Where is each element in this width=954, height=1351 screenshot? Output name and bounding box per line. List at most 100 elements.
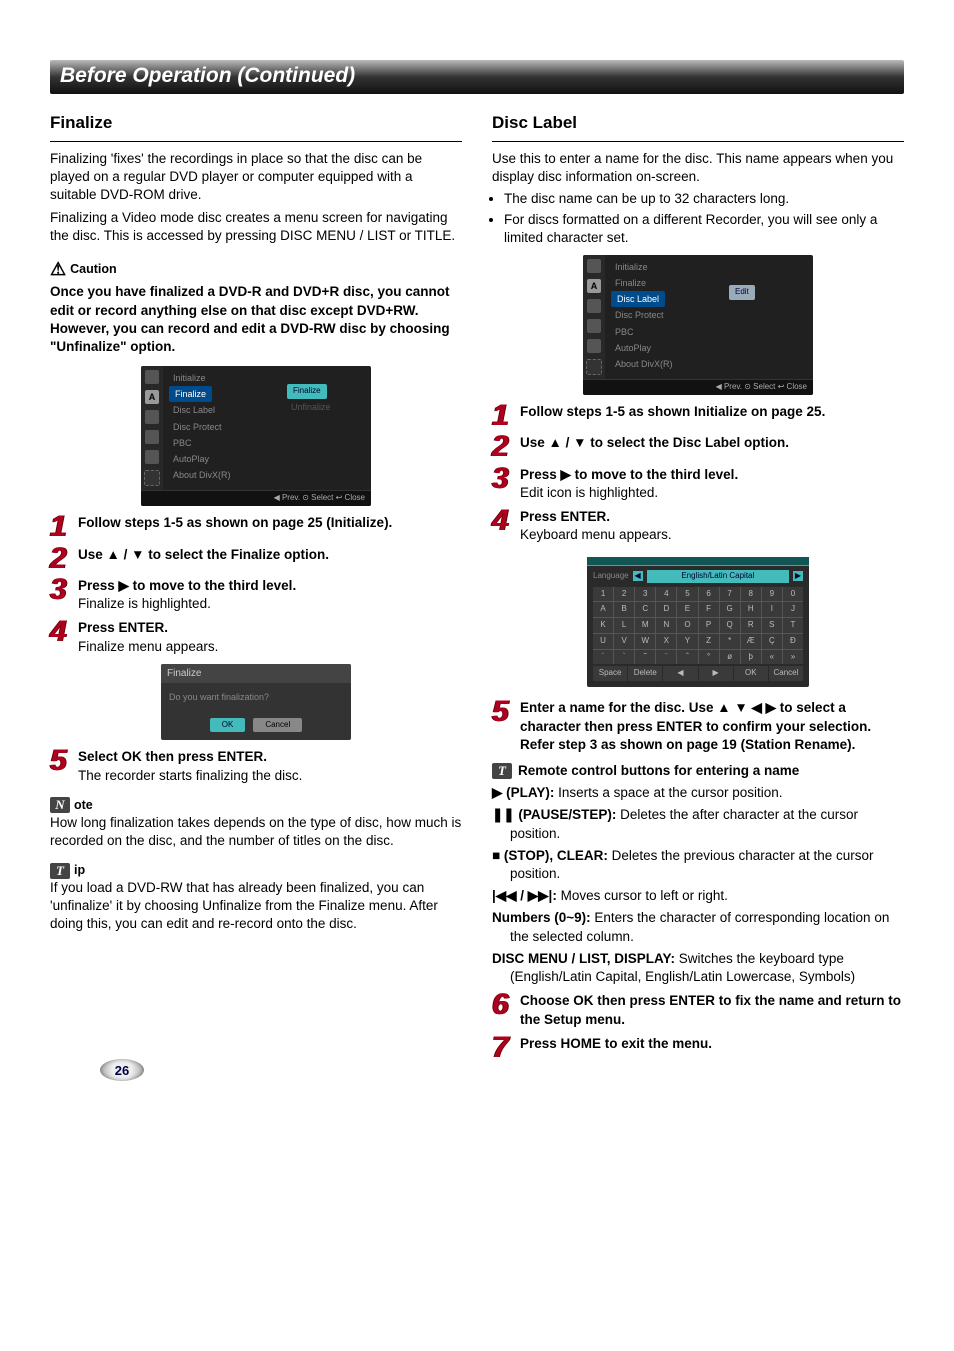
gear-icon	[586, 359, 602, 375]
step-number-icon: 4	[50, 619, 72, 645]
caution-body: Once you have finalized a DVD-R and DVD+…	[50, 283, 462, 356]
disc-label-bullets: The disc name can be up to 32 characters…	[492, 190, 904, 247]
keyboard-key: W	[635, 634, 655, 649]
keyboard-key: »	[783, 650, 803, 665]
osd-edit-button: Edit	[729, 285, 755, 300]
gear-icon	[144, 470, 160, 486]
keyboard-key: 4	[656, 587, 676, 602]
lock-icon	[145, 430, 159, 444]
osd-item: AutoPlay	[611, 340, 719, 356]
letter-a-icon: A	[587, 279, 601, 293]
keyboard-key: O	[677, 618, 697, 633]
keyboard-key: 5	[677, 587, 697, 602]
step-3: 3 Press ▶ to move to the third level.Fin…	[50, 577, 462, 613]
disc-icon	[145, 370, 159, 384]
keyboard-key: 2	[614, 587, 634, 602]
keyboard-key: ´	[593, 650, 613, 665]
keyboard-bottom-key: Cancel	[769, 666, 803, 681]
right-arrow-icon: ▶	[793, 571, 803, 581]
keyboard-key: I	[762, 602, 782, 617]
osd-unfinalize-ghost: Unfinalize	[287, 399, 367, 415]
step-title: Use ▲ / ▼ to select the Disc Label optio…	[520, 435, 789, 450]
note-label: ote	[74, 797, 93, 814]
keyboard-key: P	[699, 618, 719, 633]
osd-finalize-button: Finalize	[287, 384, 327, 399]
keyboard-key: Đ	[783, 634, 803, 649]
rule	[50, 141, 462, 142]
disc-label-title: Disc Label	[492, 112, 904, 135]
osd-item: AutoPlay	[169, 451, 277, 467]
step-2: 2 Use ▲ / ▼ to select the Finalize optio…	[50, 546, 462, 572]
remote-item: |◀◀ / ▶▶|: Moves cursor to left or right…	[492, 887, 904, 905]
step-1: 1 Follow steps 1-5 as shown Initialize o…	[492, 403, 904, 429]
keyboard-key: H	[741, 602, 761, 617]
keyboard-key: C	[635, 602, 655, 617]
step-desc: Finalize menu appears.	[78, 639, 218, 654]
page-number-badge: 26	[100, 1059, 144, 1081]
step-title: Choose OK then press ENTER to fix the na…	[520, 993, 901, 1026]
folder-icon	[587, 339, 601, 353]
tip-t-icon: T	[50, 863, 70, 879]
note-heading: N ote	[50, 797, 462, 814]
step-number-icon: 3	[50, 577, 72, 603]
osd-footer: ◀ Prev. ⊙ Select ↩ Close	[583, 379, 813, 395]
left-column: Finalize Finalizing 'fixes' the recordin…	[50, 112, 462, 1066]
dialog-cancel-button: Cancel	[253, 718, 302, 733]
osd-menu-list: Initialize Finalize Disc Label Disc Prot…	[605, 255, 725, 379]
disc-label-intro: Use this to enter a name for the disc. T…	[492, 150, 904, 186]
bullet-item: The disc name can be up to 32 characters…	[504, 190, 904, 208]
keyboard-key: 3	[635, 587, 655, 602]
keyboard-key: Æ	[741, 634, 761, 649]
osd-footer: ◀ Prev. ⊙ Select ↩ Close	[141, 490, 371, 506]
disc-label-osd-screenshot: A Initialize Finalize Disc Label Disc Pr…	[492, 255, 904, 395]
keyboard-key: U	[593, 634, 613, 649]
keyboard-key: ¨	[656, 650, 676, 665]
warning-icon: ⚠	[50, 257, 66, 281]
folder-icon	[145, 450, 159, 464]
tip-heading: T ip	[50, 862, 462, 879]
step-number-icon: 1	[50, 514, 72, 540]
letter-a-icon: A	[145, 390, 159, 404]
osd-menu-list: Initialize Finalize Disc Label Disc Prot…	[163, 366, 283, 490]
step-number-icon: 2	[50, 546, 72, 572]
left-arrow-icon: ◀	[633, 571, 643, 581]
note-n-icon: N	[50, 797, 70, 813]
keyboard-key: 1	[593, 587, 613, 602]
remote-buttons-list: ▶ (PLAY): Inserts a space at the cursor …	[492, 784, 904, 986]
remote-item-lead: ❚❚ (PAUSE/STEP):	[492, 807, 616, 822]
keyboard-bottom-row: SpaceDelete◀▶OKCancel	[593, 666, 803, 681]
card-icon	[587, 299, 601, 313]
keyboard-key: L	[614, 618, 634, 633]
remote-item-lead: DISC MENU / LIST, DISPLAY:	[492, 951, 675, 966]
remote-item-lead: ■ (STOP), CLEAR:	[492, 848, 608, 863]
osd-sidebar: A	[583, 255, 605, 379]
keyboard-key: D	[656, 602, 676, 617]
step-desc: Keyboard menu appears.	[520, 527, 672, 542]
keyboard-key: F	[699, 602, 719, 617]
osd-item: Finalize	[611, 275, 719, 291]
step-desc: Finalize is highlighted.	[78, 596, 211, 611]
keyboard-key: ˜	[635, 650, 655, 665]
keyboard-key: 0	[783, 587, 803, 602]
step-title: Follow steps 1-5 as shown on page 25 (In…	[78, 515, 392, 530]
keyboard-key: þ	[741, 650, 761, 665]
finalize-title: Finalize	[50, 112, 462, 135]
step-number-icon: 3	[492, 466, 514, 492]
section-banner: Before Operation (Continued)	[50, 60, 904, 94]
remote-item-lead: |◀◀ / ▶▶|:	[492, 888, 557, 903]
step-desc: Edit icon is highlighted.	[520, 485, 658, 500]
finalize-dialog: Finalize Do you want finalization? OK Ca…	[161, 664, 351, 740]
keyboard-bottom-key: Space	[593, 666, 627, 681]
finalize-intro-2: Finalizing a Video mode disc creates a m…	[50, 209, 462, 245]
keyboard-key: B	[614, 602, 634, 617]
step-title: Follow steps 1-5 as shown Initialize on …	[520, 404, 825, 419]
remote-item-text: Moves cursor to left or right.	[557, 888, 728, 903]
caution-heading: ⚠ Caution	[50, 257, 462, 281]
remote-item: ❚❚ (PAUSE/STEP): Deletes the after chara…	[492, 806, 904, 842]
osd-item: Initialize	[611, 259, 719, 275]
finalize-osd-screenshot: A Initialize Finalize Disc Label Disc Pr…	[50, 366, 462, 506]
step-number-icon: 4	[492, 508, 514, 534]
osd-item-highlighted: Disc Label	[611, 291, 665, 307]
step-number-icon: 1	[492, 403, 514, 429]
step-4: 4 Press ENTER.Keyboard menu appears.	[492, 508, 904, 544]
